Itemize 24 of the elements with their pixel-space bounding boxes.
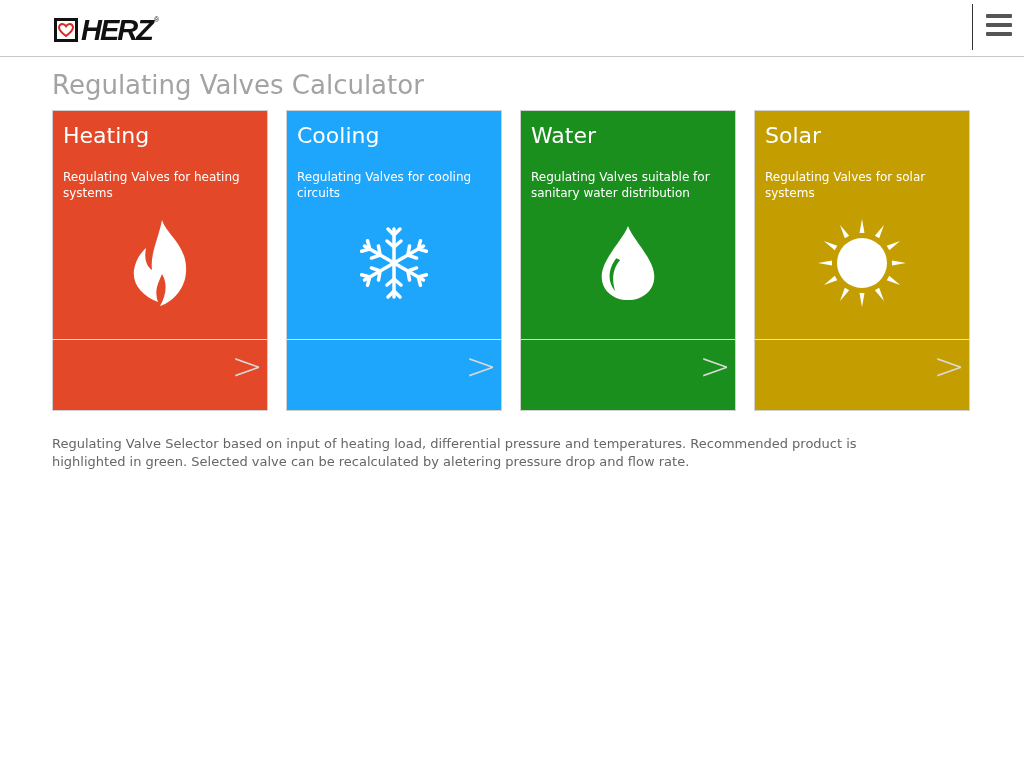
category-card[interactable]: Water Regulating Valves suitable for sanitary water distribution >	[520, 110, 736, 411]
category-card[interactable]: Heating Regulating Valves for heating systems >	[52, 110, 268, 411]
page-title: Regulating Valves Calculator	[52, 69, 424, 101]
flame-icon	[132, 220, 188, 306]
card-description: Regulating Valves for heating systems	[63, 169, 241, 201]
card-description: Regulating Valves suitable for sanitary water distribution	[531, 169, 711, 201]
intro-text: Regulating Valve Selector based on input of heating load, differential pressure and temperatures. Recommended product is highlighted in green. Selected valve can be recalculated by aletering pressure drop and flow rate.	[52, 435, 858, 471]
next-arrow-link[interactable]: >	[465, 346, 497, 386]
next-arrow-link[interactable]: >	[231, 346, 263, 386]
card-description: Regulating Valves for cooling circuits	[297, 169, 473, 201]
category-card[interactable]: Cooling Regulating Valves for cooling circuits >	[286, 110, 502, 411]
category-card[interactable]: Solar Regulating Valves for solar systems >	[754, 110, 970, 411]
card-title: Cooling	[297, 122, 380, 150]
menu-icon	[985, 14, 1012, 36]
next-arrow-link[interactable]: >	[699, 346, 731, 386]
card-description: Regulating Valves for solar systems	[765, 169, 927, 201]
droplet-icon	[601, 226, 655, 300]
logo-wordmark: HERZ	[81, 16, 152, 44]
card-title: Solar	[765, 122, 822, 150]
card-title: Heating	[63, 122, 150, 150]
next-arrow-link[interactable]: >	[933, 346, 965, 386]
sun-icon	[818, 219, 906, 307]
card-title: Water	[531, 122, 597, 150]
snowflake-icon	[360, 226, 428, 300]
